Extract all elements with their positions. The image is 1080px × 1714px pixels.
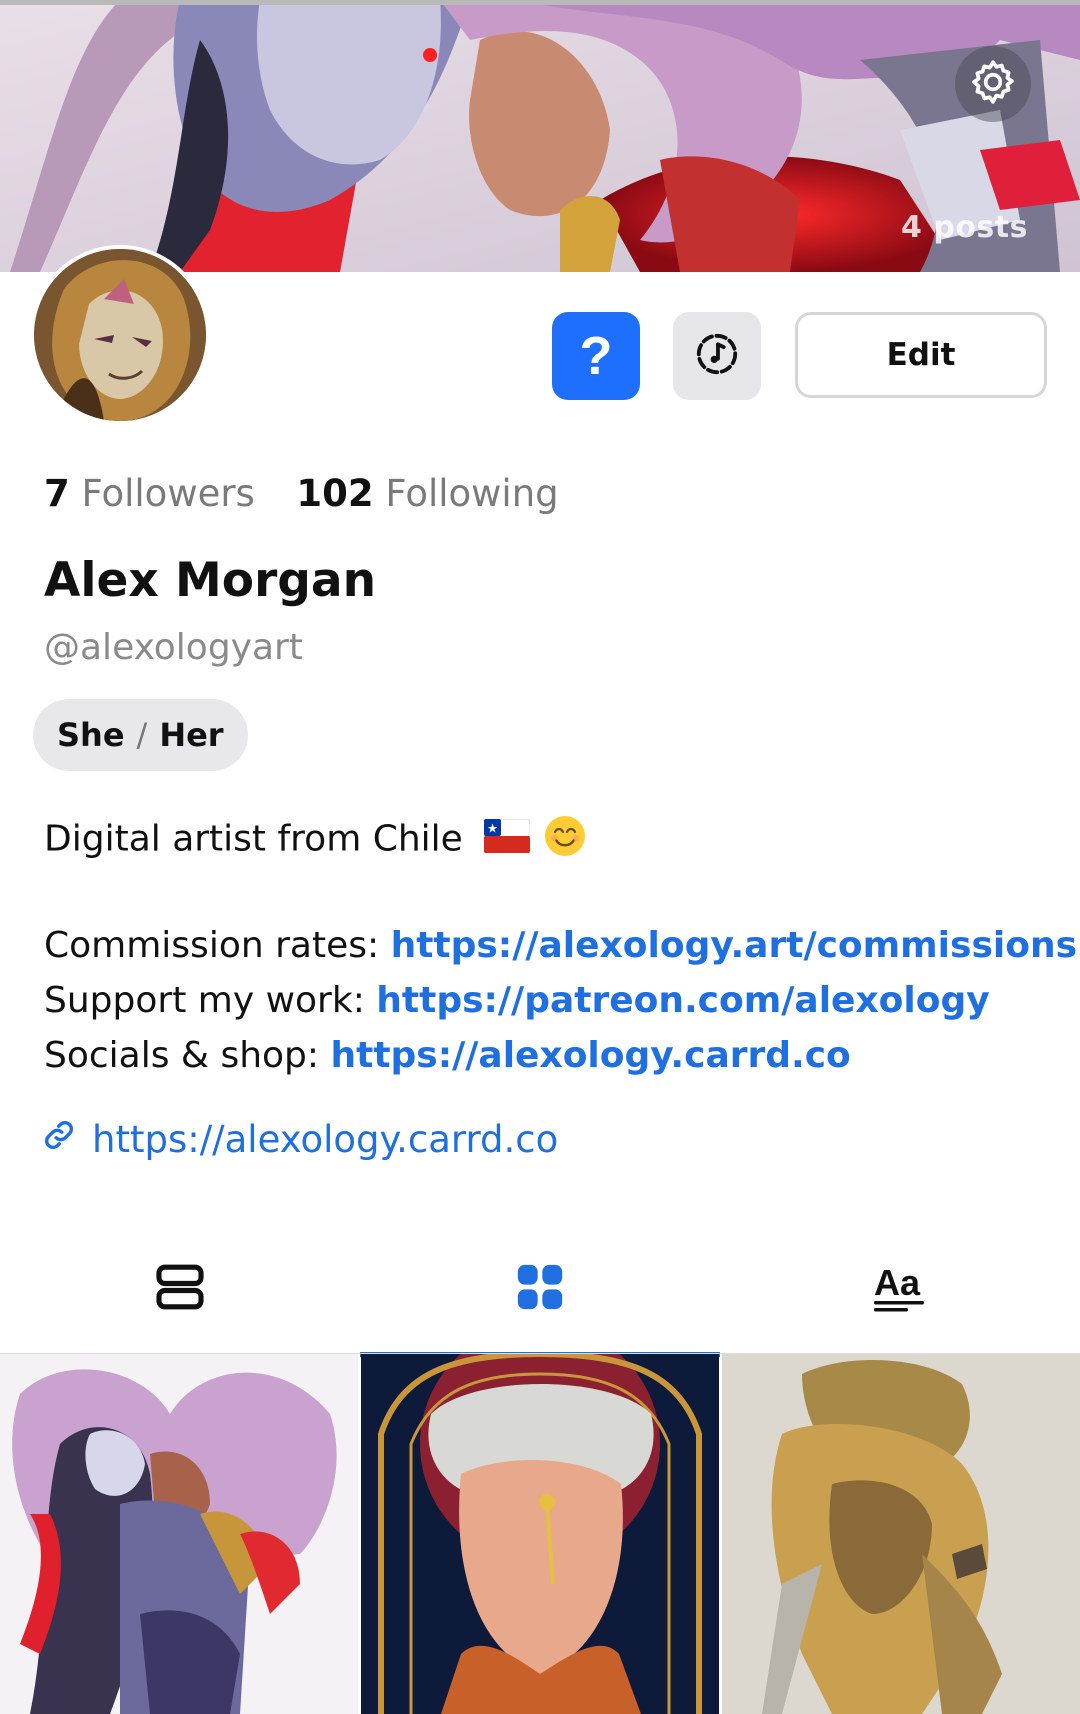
pronoun-first: She [57,716,125,754]
content-tabs: Aa [0,1225,1080,1357]
bio-line-commissions: Commission rates: https://alexology.art/… [44,925,1077,966]
avatar[interactable] [30,245,210,425]
svg-text:Aa: Aa [874,1262,921,1303]
post-thumbnail[interactable] [0,1354,358,1714]
smiling-face-icon [544,815,586,866]
pronouns-badge: She / Her [33,699,248,771]
display-name: Alex Morgan [44,553,377,608]
following-link[interactable]: 102 Following [296,472,558,515]
edit-profile-button[interactable]: Edit [795,312,1047,398]
following-count: 102 [296,472,374,515]
text-posts-icon: Aa [872,1259,928,1319]
music-note-icon [694,331,740,381]
tab-grid-view[interactable] [360,1225,720,1357]
website-url: https://alexology.carrd.co [92,1118,559,1161]
bio-intro-text: Digital artist from Chile [44,818,463,860]
profile-music-button[interactable] [673,312,761,400]
posts-count: 4 posts [901,210,1028,245]
pronoun-separator: / [136,716,148,754]
grid-view-icon [512,1259,568,1319]
commission-label: Commission rates: [44,925,391,966]
list-view-icon [152,1259,208,1319]
patreon-link[interactable]: https://patreon.com/alexology [376,980,989,1021]
help-button-label: ? [579,326,613,386]
following-label: Following [385,472,559,515]
link-icon [42,1118,76,1161]
socials-label: Socials & shop: [44,1035,331,1076]
bio-line-socials: Socials & shop: https://alexology.carrd.… [44,1035,851,1076]
avatar-image [34,249,206,421]
help-button[interactable]: ? [552,312,640,400]
settings-button[interactable] [955,46,1031,122]
tab-list-view[interactable] [0,1225,360,1353]
follow-stats: 7 Followers 102 Following [44,472,559,515]
chile-flag-icon [483,818,531,862]
followers-label: Followers [81,472,255,515]
post-grid [0,1354,1080,1714]
support-label: Support my work: [44,980,377,1021]
socials-link[interactable]: https://alexology.carrd.co [330,1035,850,1076]
tab-text-posts[interactable]: Aa [720,1225,1080,1353]
status-top-border [0,0,1080,5]
username-handle: @alexologyart [44,627,303,668]
followers-count: 7 [44,472,70,515]
bio-line-intro: Digital artist from Chile [44,815,586,866]
website-link-row[interactable]: https://alexology.carrd.co [42,1118,558,1161]
pronoun-second: Her [159,716,224,754]
post-thumbnail[interactable] [361,1354,719,1714]
bio-line-support: Support my work: https://patreon.com/ale… [44,980,990,1021]
edit-button-label: Edit [886,337,956,373]
gear-icon [968,57,1018,111]
followers-link[interactable]: 7 Followers [44,472,267,515]
post-thumbnail[interactable] [722,1354,1080,1714]
commission-link[interactable]: https://alexology.art/commissions [391,925,1077,966]
